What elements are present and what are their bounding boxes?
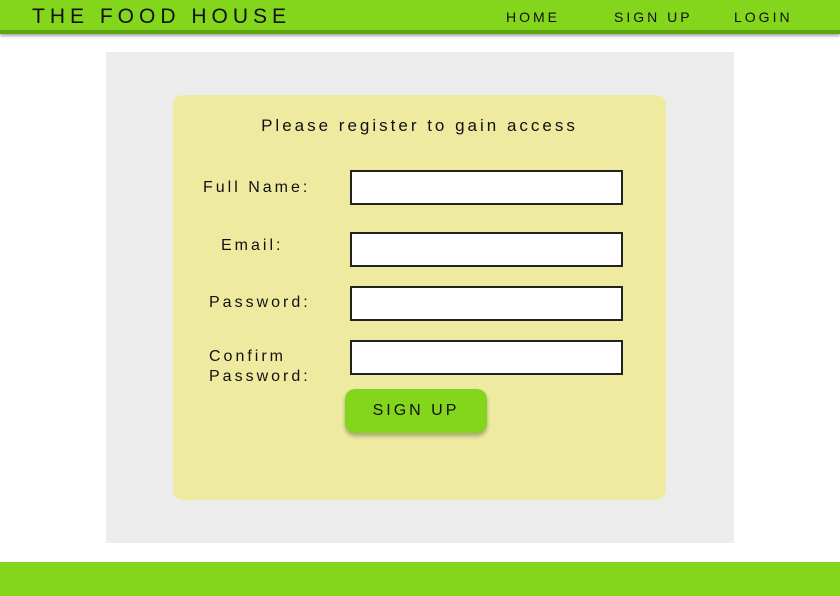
nav-home-link[interactable]: HOME (506, 9, 560, 25)
sign-up-button[interactable]: SIGN UP (345, 389, 487, 433)
confirm-password-input[interactable] (350, 340, 623, 375)
brand-logo-text[interactable]: THE FOOD HOUSE (32, 5, 291, 29)
header-bar: THE FOOD HOUSE HOME SIGN UP LOGIN (0, 0, 840, 34)
footer-bar (0, 562, 840, 596)
nav-login-link[interactable]: LOGIN (734, 9, 793, 25)
email-input[interactable] (350, 232, 623, 267)
full-name-input[interactable] (350, 170, 623, 205)
full-name-label: Full Name: (203, 179, 311, 196)
email-label: Email: (221, 237, 284, 254)
confirm-password-label-line1: Confirm (209, 348, 287, 365)
password-input[interactable] (350, 286, 623, 321)
form-title: Please register to gain access (261, 116, 578, 135)
confirm-password-label: Confirm Password: (209, 347, 339, 387)
confirm-password-label-line2: Password: (209, 368, 311, 385)
nav-signup-link[interactable]: SIGN UP (614, 9, 693, 25)
password-label: Password: (209, 294, 311, 311)
